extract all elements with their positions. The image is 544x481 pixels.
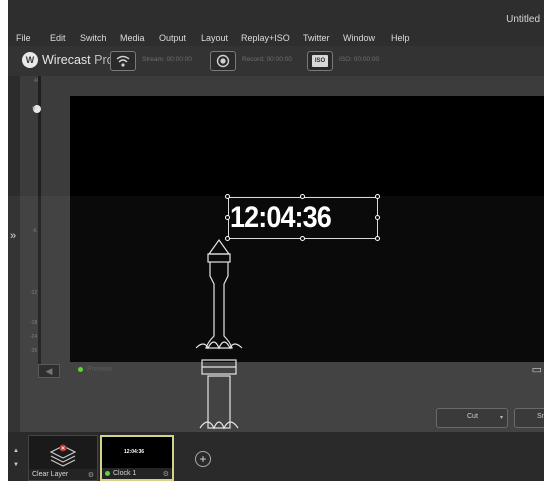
wirecast-window: Untitled File Edit Switch Media Output L… — [8, 0, 544, 481]
clock-text: 12:04:36 — [230, 201, 332, 234]
resize-handle[interactable] — [300, 194, 305, 199]
resize-handle[interactable] — [375, 194, 380, 199]
wirecast-logo-icon: W — [22, 52, 38, 68]
record-button[interactable] — [210, 51, 236, 71]
menu-output[interactable]: Output — [159, 33, 186, 43]
resize-handle[interactable] — [225, 194, 230, 199]
expand-panel-icon[interactable]: » — [10, 230, 16, 242]
resize-handle[interactable] — [375, 236, 380, 241]
menu-twitter[interactable]: Twitter — [303, 33, 330, 43]
shot-thumbnail: 12:04:36 — [102, 437, 172, 468]
smooth-button[interactable]: Sm — [514, 408, 544, 428]
layer-arrows[interactable]: ▲ ▼ — [13, 444, 19, 472]
shot-clear-layer[interactable]: Clear Layer ⚙ — [28, 435, 98, 481]
title-bar: Untitled — [8, 0, 544, 32]
shot-clock-1[interactable]: 12:04:36 Clock 1 ⚙ — [100, 435, 174, 481]
audio-meter-track — [38, 76, 41, 366]
menu-bar: File Edit Switch Media Output Layout Rep… — [8, 32, 544, 46]
gear-icon[interactable]: ⚙ — [163, 470, 169, 478]
toolbar: W Wirecast Pro Stream: 00:00:00 Record: … — [8, 46, 544, 76]
gear-icon[interactable]: ⚙ — [88, 471, 94, 479]
menu-window[interactable]: Window — [343, 33, 375, 43]
preview-label: Preview — [87, 366, 112, 373]
speaker-icon: ◀ — [45, 366, 53, 376]
clear-layer-icon — [49, 444, 77, 467]
menu-switch[interactable]: Switch — [80, 33, 107, 43]
monitor-icon[interactable]: ▭ — [532, 363, 542, 376]
live-indicator-dot — [105, 470, 110, 476]
menu-replay-iso[interactable]: Replay+ISO — [241, 33, 290, 43]
audio-level-meter: 40 0 -6 -12 -18 -24 -36 — [30, 76, 54, 366]
brand-name: Wirecast — [42, 53, 91, 67]
iso-timer: ISO: 00:00:00 — [339, 56, 380, 63]
transition-selected: Cut — [467, 413, 478, 420]
resize-handle[interactable] — [375, 215, 380, 220]
chevron-up-icon[interactable]: ▲ — [13, 444, 19, 458]
menu-layout[interactable]: Layout — [201, 33, 228, 43]
side-panel-strip: » — [8, 76, 20, 432]
clock-layer[interactable]: 12:04:36 — [225, 194, 380, 241]
menu-file[interactable]: File — [16, 33, 31, 43]
menu-media[interactable]: Media — [120, 33, 145, 43]
shot-caption: Clock 1 — [102, 468, 172, 479]
preview-indicator-dot — [78, 367, 83, 372]
stream-button[interactable] — [110, 51, 136, 71]
window-title: Untitled — [506, 14, 540, 25]
smooth-label: Sm — [537, 413, 544, 420]
transition-select[interactable]: Cut ▾ — [436, 408, 508, 428]
shot-thumbnail — [29, 436, 97, 469]
preview-status-bar: Preview ▭ — [70, 362, 544, 380]
menu-edit[interactable]: Edit — [50, 33, 66, 43]
resize-handle[interactable] — [300, 236, 305, 241]
stream-icon — [116, 55, 130, 67]
app-logo: W Wirecast Pro — [22, 52, 114, 68]
record-timer: Record: 00:00:00 — [242, 56, 292, 63]
resize-handle[interactable] — [225, 215, 230, 220]
thumbnail-clock-text: 12:04:36 — [124, 449, 145, 455]
chevron-down-icon[interactable]: ▼ — [13, 458, 19, 472]
add-shot-button[interactable]: + — [195, 451, 211, 467]
stream-timer: Stream: 00:00:00 — [142, 56, 192, 63]
chevron-down-icon: ▾ — [499, 415, 503, 421]
record-icon — [216, 54, 230, 68]
menu-help[interactable]: Help — [391, 33, 410, 43]
iso-button[interactable]: ISO — [307, 51, 333, 71]
mute-button[interactable]: ◀ — [38, 364, 60, 378]
plus-icon: + — [199, 452, 207, 466]
iso-badge: ISO — [312, 55, 328, 67]
